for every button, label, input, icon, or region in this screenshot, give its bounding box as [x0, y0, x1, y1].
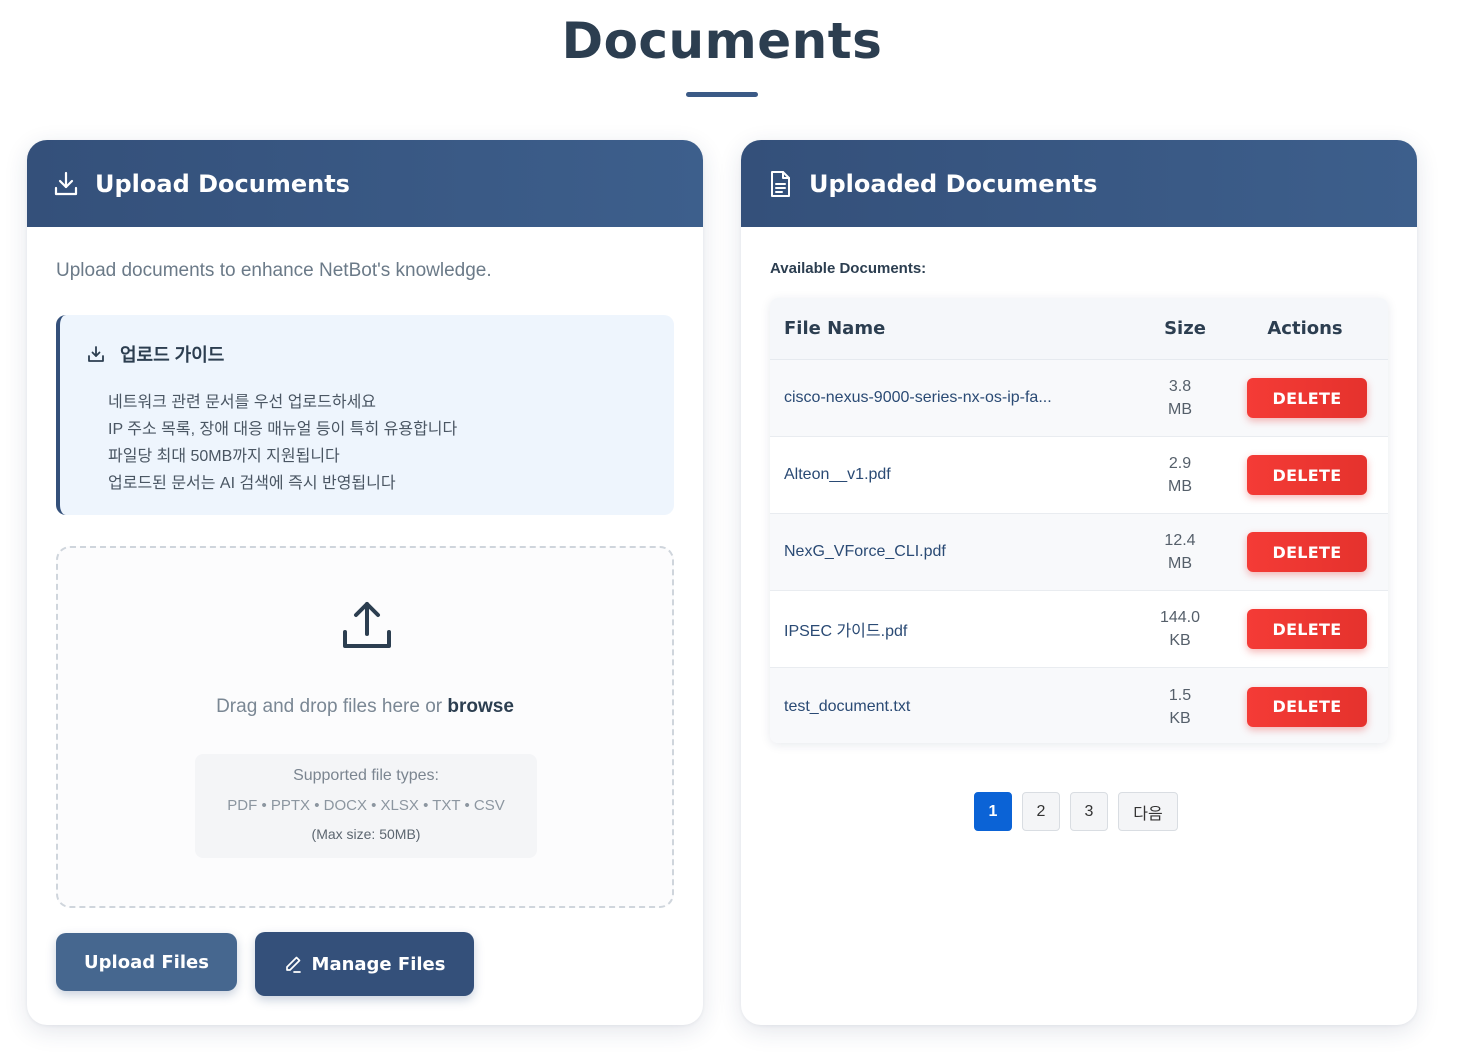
guide-list: 네트워크 관련 문서를 우선 업로드하세요 IP 주소 목록, 장애 대응 매뉴… — [108, 389, 674, 497]
size-value: 12.4 — [1164, 532, 1196, 549]
upload-guide: 업로드 가이드 네트워크 관련 문서를 우선 업로드하세요 IP 주소 목록, … — [56, 315, 674, 515]
row-actions: DELETE — [1226, 686, 1376, 727]
row-actions: DELETE — [1226, 609, 1376, 649]
upload-card: Upload Documents Upload documents to enh… — [27, 140, 703, 1025]
row-actions: DELETE — [1226, 455, 1376, 495]
row-actions: DELETE — [1226, 378, 1376, 418]
file-size: 3.8 MB — [1140, 375, 1226, 421]
size-unit: MB — [1168, 555, 1192, 572]
guide-title-row: 업로드 가이드 — [86, 341, 674, 367]
table-row: test_document.txt 1.5 KB DELETE — [770, 668, 1388, 743]
size-unit: KB — [1169, 709, 1191, 727]
pencil-icon — [284, 955, 302, 973]
row-actions: DELETE — [1226, 532, 1376, 572]
upload-icon — [340, 600, 394, 652]
file-size: 1.5 KB — [1140, 684, 1226, 730]
guide-item: IP 주소 목록, 장애 대응 매뉴얼 등이 특히 유용합니다 — [108, 421, 458, 438]
guide-item: 네트워크 관련 문서를 우선 업로드하세요 — [108, 394, 377, 411]
guide-title: 업로드 가이드 — [120, 345, 225, 365]
size-unit: MB — [1168, 478, 1192, 495]
file-name: NexG_VForce_CLI.pdf — [784, 543, 946, 560]
size-unit: MB — [1168, 401, 1192, 418]
types-label: Supported file types: — [293, 767, 439, 784]
size-value: 2.9 — [1168, 455, 1192, 472]
manage-files-button[interactable]: Manage Files — [255, 932, 474, 996]
size-value: 144.0 — [1159, 609, 1201, 626]
page-title: Documents — [561, 12, 883, 70]
documents-card: Uploaded Documents Available Documents: … — [741, 140, 1417, 1025]
size-value: 1.5 — [1168, 686, 1192, 704]
file-size: 144.0 KB — [1140, 606, 1226, 652]
table-row: Alteon__v1.pdf 2.9 MB DELETE — [770, 437, 1388, 514]
next-page-button[interactable]: 다음 — [1118, 792, 1178, 831]
max-size: (Max size: 50MB) — [311, 826, 421, 842]
browse-link[interactable]: browse — [447, 696, 514, 717]
file-size: 12.4 MB — [1140, 529, 1226, 575]
title-underline — [686, 92, 758, 97]
download-icon — [53, 170, 79, 198]
guide-item: 파일당 최대 50MB까지 지원됩니다 — [108, 448, 340, 465]
delete-button[interactable]: DELETE — [1247, 686, 1367, 727]
delete-button[interactable]: DELETE — [1247, 532, 1367, 572]
page-3-button[interactable]: 3 — [1070, 792, 1108, 831]
available-label: Available Documents: — [770, 260, 927, 277]
tray-download-icon — [86, 344, 106, 364]
documents-table: File Name Size Actions cisco-nexus-9000-… — [770, 298, 1388, 743]
col-actions: Actions — [1267, 318, 1343, 339]
size-value: 3.8 — [1168, 378, 1192, 395]
guide-item: 업로드된 문서는 AI 검색에 즉시 반영됩니다 — [108, 475, 396, 492]
size-unit: KB — [1169, 632, 1191, 649]
dropzone-text-row: Drag and drop files here or browse — [58, 696, 672, 718]
page-1-button[interactable]: 1 — [974, 792, 1012, 831]
file-size: 2.9 MB — [1140, 452, 1226, 498]
pagination: 1 2 3 다음 — [974, 792, 1178, 831]
upload-files-button[interactable]: Upload Files — [56, 933, 237, 991]
delete-button[interactable]: DELETE — [1247, 455, 1367, 495]
col-file-name: File Name — [784, 318, 886, 339]
file-name: cisco-nexus-9000-series-nx-os-ip-fa... — [784, 389, 1052, 406]
delete-button[interactable]: DELETE — [1247, 378, 1367, 418]
upload-card-header: Upload Documents — [27, 140, 703, 227]
dropzone-text: Drag and drop files here or — [216, 696, 443, 717]
documents-card-title: Uploaded Documents — [809, 169, 1098, 198]
documents-card-header: Uploaded Documents — [741, 140, 1417, 227]
file-name: test_document.txt — [784, 697, 911, 715]
table-row: cisco-nexus-9000-series-nx-os-ip-fa... 3… — [770, 360, 1388, 437]
file-name: IPSEC 가이드.pdf — [784, 623, 908, 640]
file-types-box: Supported file types: PDF • PPTX • DOCX … — [195, 754, 537, 858]
page-2-button[interactable]: 2 — [1022, 792, 1060, 831]
types-list: PDF • PPTX • DOCX • XLSX • TXT • CSV — [227, 797, 505, 814]
file-dropzone[interactable]: Drag and drop files here or browse Suppo… — [56, 546, 674, 908]
table-row: NexG_VForce_CLI.pdf 12.4 MB DELETE — [770, 514, 1388, 591]
document-icon — [767, 170, 793, 198]
file-name: Alteon__v1.pdf — [784, 466, 891, 483]
table-row: IPSEC 가이드.pdf 144.0 KB DELETE — [770, 591, 1388, 668]
delete-button[interactable]: DELETE — [1247, 609, 1367, 649]
upload-card-title: Upload Documents — [95, 169, 350, 198]
upload-intro: Upload documents to enhance NetBot's kno… — [56, 260, 492, 281]
col-size: Size — [1164, 318, 1206, 339]
table-header: File Name Size Actions — [770, 298, 1388, 360]
manage-files-label: Manage Files — [311, 953, 446, 975]
